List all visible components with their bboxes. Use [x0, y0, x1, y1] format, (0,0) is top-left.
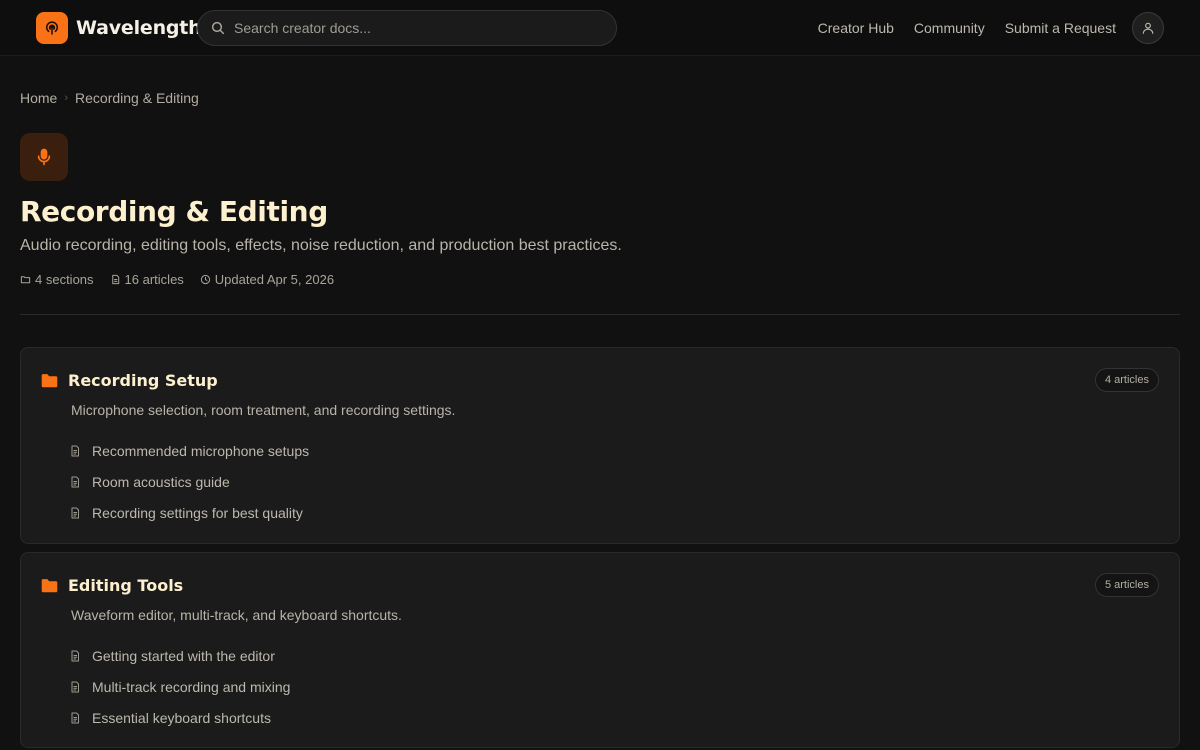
meta-articles: 16 articles: [110, 272, 184, 287]
search-bar[interactable]: [197, 10, 617, 46]
section-header[interactable]: Editing Tools: [41, 573, 183, 597]
article-link[interactable]: Room acoustics guide: [69, 466, 309, 497]
meta-sections-text: 4 sections: [35, 272, 94, 287]
article-link[interactable]: Essential keyboard shortcuts: [69, 702, 290, 733]
article-link[interactable]: Recording settings for best quality: [69, 497, 309, 528]
top-navigation-bar: Wavelength Creator Hub Community Submit …: [0, 0, 1200, 56]
article-count-badge: 4 articles: [1094, 368, 1159, 392]
section-title: Editing Tools: [68, 575, 184, 595]
folder-icon: [41, 373, 58, 387]
nav-link-creator-hub[interactable]: Creator Hub: [818, 20, 894, 36]
article-title: Recording settings for best quality: [92, 504, 303, 521]
meta-updated-text: Updated Apr 5, 2026: [214, 272, 335, 287]
microphone-icon: [37, 148, 51, 166]
article-count-badge: 5 articles: [1094, 573, 1159, 597]
brand-name: Wavelength: [76, 17, 202, 39]
section-description: Microphone selection, room treatment, an…: [71, 402, 456, 418]
meta-sections: 4 sections: [20, 272, 94, 287]
document-icon: [71, 681, 79, 692]
nav-link-community[interactable]: Community: [914, 20, 985, 36]
section-header[interactable]: Recording Setup: [41, 368, 218, 392]
document-icon: [111, 274, 119, 285]
document-icon: [71, 650, 79, 661]
article-title: Getting started with the editor: [92, 647, 275, 664]
section-card-editing-tools: Editing Tools 5 articles Waveform editor…: [20, 552, 1180, 748]
section-description: Waveform editor, multi-track, and keyboa…: [71, 607, 402, 623]
category-icon-tile: [20, 133, 68, 181]
breadcrumb-home[interactable]: Home: [20, 90, 57, 106]
nav-link-submit-request[interactable]: Submit a Request: [1005, 20, 1116, 36]
user-avatar-button[interactable]: [1132, 12, 1164, 44]
brand[interactable]: Wavelength: [36, 12, 202, 44]
clock-icon: [200, 274, 210, 285]
folder-outline-icon: [20, 276, 31, 284]
page-description: Audio recording, editing tools, effects,…: [20, 237, 622, 254]
divider: [20, 314, 1180, 315]
search-input[interactable]: [234, 20, 594, 36]
breadcrumb: Home › Recording & Editing: [20, 90, 199, 106]
header-nav: Creator Hub Community Submit a Request: [818, 12, 1164, 44]
article-list: Recommended microphone setups Room acous…: [69, 435, 309, 528]
folder-icon: [41, 578, 58, 592]
article-list: Getting started with the editor Multi-tr…: [69, 640, 290, 733]
category-meta: 4 sections 16 articles Updated Apr 5, 20…: [20, 272, 350, 287]
user-icon: [1142, 22, 1154, 34]
document-icon: [71, 712, 79, 723]
meta-updated: Updated Apr 5, 2026: [200, 272, 334, 287]
article-link[interactable]: Getting started with the editor: [69, 640, 290, 671]
article-title: Multi-track recording and mixing: [92, 678, 291, 695]
page-title: Recording & Editing: [20, 195, 328, 228]
article-link[interactable]: Multi-track recording and mixing: [69, 671, 290, 702]
section-card-recording-setup: Recording Setup 4 articles Microphone se…: [20, 347, 1180, 544]
article-link[interactable]: Recommended microphone setups: [69, 435, 309, 466]
chevron-right-icon: ›: [64, 92, 69, 104]
meta-articles-text: 16 articles: [124, 272, 184, 287]
section-title: Recording Setup: [68, 370, 218, 390]
document-icon: [71, 476, 79, 487]
document-icon: [71, 507, 79, 518]
podcast-icon: [36, 12, 68, 44]
document-icon: [71, 445, 79, 456]
article-title: Room acoustics guide: [92, 473, 230, 490]
breadcrumb-current: Recording & Editing: [75, 90, 199, 106]
search-icon: [211, 21, 225, 35]
article-title: Recommended microphone setups: [92, 442, 310, 459]
article-title: Essential keyboard shortcuts: [92, 709, 271, 726]
